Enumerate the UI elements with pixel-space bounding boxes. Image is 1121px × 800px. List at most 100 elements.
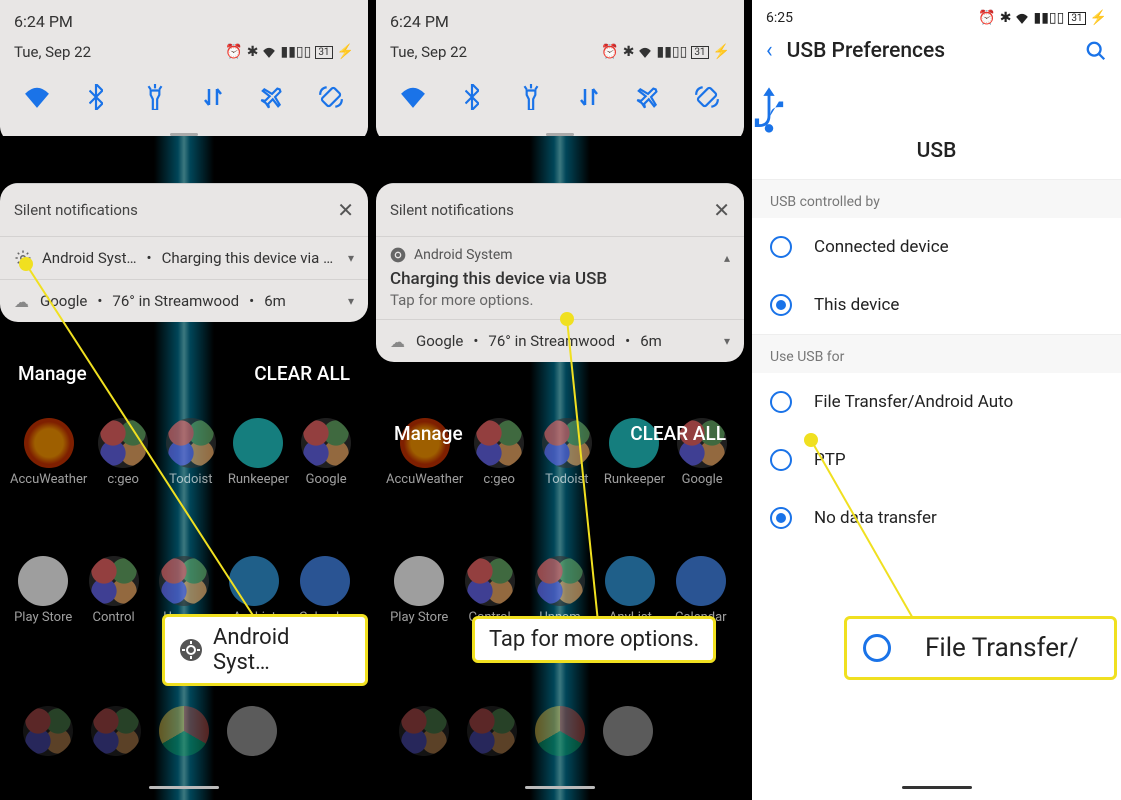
qs-flashlight-icon[interactable]: [133, 75, 177, 119]
charging-icon: ⚡: [337, 44, 354, 60]
signal-icon: ▮▮▯▯: [656, 44, 687, 60]
app-label: AccuWeather: [386, 472, 463, 487]
notification-app-name: Android Syst…: [42, 249, 137, 267]
signal-icon: ▮▮▯▯: [280, 44, 311, 60]
chevron-down-icon[interactable]: ▾: [724, 334, 730, 348]
app-google[interactable]: Google: [294, 418, 358, 487]
radio-unselected-icon: [770, 236, 792, 258]
signal-icon: ▮▮▯▯: [1033, 10, 1064, 26]
app-label: Google: [682, 472, 723, 487]
notification-weather[interactable]: ☁ Google • 76° in Streamwood • 6m ▾: [376, 319, 744, 362]
shade-drag-handle[interactable]: [546, 133, 574, 136]
notification-weather[interactable]: ☁ Google • 76° in Streamwood • 6m ▾: [0, 279, 368, 322]
callout-file-transfer: File Transfer/: [844, 616, 1117, 680]
back-arrow-icon[interactable]: ‹: [766, 38, 773, 63]
app-label: Control: [93, 610, 135, 625]
section-use-usb-for: Use USB for: [752, 334, 1121, 373]
app-grid-row-1: AccuWeather c:geo Todoist Runkeeper Goog…: [0, 418, 368, 487]
dock-app-2[interactable]: [82, 706, 150, 756]
dock-camera[interactable]: [594, 706, 662, 756]
notification-actions: Manage CLEAR ALL: [376, 406, 744, 461]
dock-app-1[interactable]: [14, 706, 82, 756]
app-accuweather[interactable]: AccuWeather: [10, 418, 87, 487]
battery-icon: 31: [1068, 12, 1085, 25]
chevron-down-icon[interactable]: ▾: [348, 294, 354, 308]
notification-android-system-expanded[interactable]: Android System ▴ Charging this device vi…: [376, 236, 744, 319]
notification-android-system[interactable]: Android Syst… • Charging this device via…: [0, 236, 368, 279]
chevron-up-icon[interactable]: ▴: [724, 251, 730, 265]
option-file-transfer[interactable]: File Transfer/Android Auto: [752, 373, 1121, 431]
status-date: Tue, Sep 22: [390, 43, 467, 61]
app-unnam[interactable]: Unnam: [527, 556, 593, 625]
navigation-bar[interactable]: [376, 774, 744, 800]
app-calendar[interactable]: Calendar: [668, 556, 734, 625]
status-icons: ⏰ ✱ ▮▮▯▯ 31 ⚡: [978, 10, 1107, 26]
app-cgeo[interactable]: c:geo: [91, 418, 155, 487]
status-date: Tue, Sep 22: [14, 43, 91, 61]
app-label: Google: [306, 472, 347, 487]
app-play-store[interactable]: Play Store: [10, 556, 76, 625]
app-control[interactable]: Control: [80, 556, 146, 625]
app-todoist[interactable]: Todoist: [159, 418, 223, 487]
notification-subtitle: Tap for more options.: [390, 291, 730, 309]
qs-wifi-icon[interactable]: [15, 75, 59, 119]
navigation-bar[interactable]: [0, 774, 368, 800]
dock-app-2[interactable]: [458, 706, 526, 756]
notification-shade: 6:24 PM Tue, Sep 22 ⏰ ✱ ▮▮▯▯ 31 ⚡: [376, 0, 744, 144]
dock-camera[interactable]: [218, 706, 286, 756]
manage-button[interactable]: Manage: [18, 362, 87, 385]
manage-button[interactable]: Manage: [394, 422, 463, 445]
qs-data-icon[interactable]: [191, 75, 235, 119]
radio-selected-icon: [770, 507, 792, 529]
close-icon[interactable]: ✕: [337, 198, 354, 222]
qs-data-icon[interactable]: [567, 75, 611, 119]
screen-3-usb-preferences: 6:25 ⏰ ✱ ▮▮▯▯ 31 ⚡ ‹ USB Preferences USB…: [752, 0, 1121, 800]
notification-title: Charging this device via USB: [390, 269, 730, 289]
app-play-store[interactable]: Play Store: [386, 556, 452, 625]
option-connected-device[interactable]: Connected device: [752, 218, 1121, 276]
qs-bluetooth-icon[interactable]: [74, 75, 118, 119]
qs-airplane-icon[interactable]: [626, 75, 670, 119]
alarm-icon: ⏰: [225, 44, 242, 60]
option-no-data-transfer[interactable]: No data transfer: [752, 489, 1121, 547]
chevron-down-icon[interactable]: ▾: [348, 251, 354, 265]
app-anylist[interactable]: AnyList: [597, 556, 663, 625]
qs-airplane-icon[interactable]: [250, 75, 294, 119]
qs-bluetooth-icon[interactable]: [450, 75, 494, 119]
option-label: Connected device: [814, 237, 949, 257]
quick-settings-row: [0, 65, 368, 127]
radio-unselected-icon: [770, 391, 792, 413]
charging-icon: ⚡: [713, 44, 730, 60]
qs-wifi-icon[interactable]: [391, 75, 435, 119]
app-label: Todoist: [545, 472, 588, 487]
qs-rotate-icon[interactable]: [685, 75, 729, 119]
qs-flashlight-icon[interactable]: [509, 75, 553, 119]
notifications-panel: Silent notifications ✕ Android System ▴ …: [376, 183, 744, 362]
wifi-icon: [1015, 12, 1029, 24]
app-label: Todoist: [169, 472, 212, 487]
app-control[interactable]: Control: [456, 556, 522, 625]
annotation-dot: [560, 312, 574, 326]
callout-tap-more: Tap for more options.: [472, 616, 716, 663]
option-this-device[interactable]: This device: [752, 276, 1121, 334]
dock-app-1[interactable]: [390, 706, 458, 756]
shade-drag-handle[interactable]: [170, 133, 198, 136]
close-icon[interactable]: ✕: [713, 198, 730, 222]
page-title: USB Preferences: [787, 39, 1071, 63]
qs-rotate-icon[interactable]: [309, 75, 353, 119]
screen-1-notification-shade: AccuWeather c:geo Todoist Runkeeper Goog…: [0, 0, 368, 800]
search-icon[interactable]: [1085, 40, 1107, 62]
wifi-icon: [262, 46, 276, 58]
clear-all-button[interactable]: CLEAR ALL: [254, 362, 350, 385]
app-runkeeper[interactable]: Runkeeper: [227, 418, 291, 487]
alarm-icon: ⏰: [978, 10, 995, 26]
battery-icon: 31: [315, 46, 332, 59]
callout-text: Tap for more options.: [489, 627, 699, 652]
dock-chrome[interactable]: [150, 706, 218, 756]
navigation-bar[interactable]: [752, 774, 1121, 800]
notification-shade: 6:24 PM Tue, Sep 22 ⏰ ✱ ▮▮▯▯ 31 ⚡: [0, 0, 368, 144]
clear-all-button[interactable]: CLEAR ALL: [630, 422, 726, 445]
status-time: 6:24 PM: [376, 0, 744, 37]
usb-hero: USB: [752, 77, 1121, 179]
dock-chrome[interactable]: [526, 706, 594, 756]
